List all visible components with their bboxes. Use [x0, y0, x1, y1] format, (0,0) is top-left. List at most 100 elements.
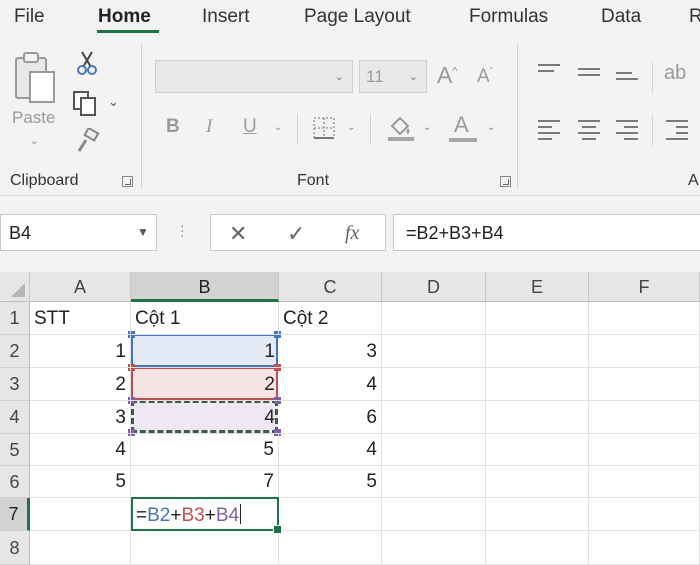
- align-left-icon[interactable]: [538, 120, 560, 144]
- cell-c2[interactable]: 3: [279, 335, 382, 368]
- column-header-f[interactable]: F: [589, 272, 700, 302]
- cell[interactable]: [279, 498, 382, 531]
- shrink-font-icon[interactable]: Aˇ: [477, 66, 493, 88]
- cell[interactable]: [382, 335, 486, 368]
- tab-data[interactable]: Data: [601, 6, 641, 28]
- cell[interactable]: [589, 335, 700, 368]
- copy-dropdown-icon[interactable]: ⌄: [108, 94, 119, 110]
- borders-icon[interactable]: [312, 116, 336, 140]
- row-header-4[interactable]: 4: [0, 401, 30, 434]
- cell[interactable]: [486, 302, 589, 335]
- font-color-dropdown-icon[interactable]: ⌄: [487, 122, 495, 133]
- cell-a2[interactable]: 1: [30, 335, 131, 368]
- bold-button[interactable]: B: [166, 116, 180, 138]
- top-align-icon[interactable]: [538, 64, 560, 76]
- formula-input[interactable]: =B2+B3+B4: [393, 214, 700, 251]
- cell-c6[interactable]: 5: [279, 466, 382, 498]
- cell[interactable]: [589, 466, 700, 498]
- cell[interactable]: [382, 401, 486, 434]
- formula-bar-grip-icon[interactable]: · · ·: [180, 218, 185, 242]
- cell[interactable]: [131, 531, 279, 565]
- cell[interactable]: [382, 466, 486, 498]
- cell[interactable]: [486, 335, 589, 368]
- cell[interactable]: [486, 531, 589, 565]
- insert-function-icon[interactable]: fx: [345, 222, 359, 245]
- paste-label[interactable]: Paste: [12, 108, 55, 128]
- cell[interactable]: [382, 531, 486, 565]
- tab-formulas[interactable]: Formulas: [469, 6, 548, 28]
- cell-a7[interactable]: [30, 498, 131, 531]
- cell[interactable]: [486, 466, 589, 498]
- cell[interactable]: [589, 498, 700, 531]
- tab-insert[interactable]: Insert: [202, 6, 250, 28]
- borders-dropdown-icon[interactable]: ⌄: [347, 122, 355, 133]
- row-header-2[interactable]: 2: [0, 335, 30, 368]
- cell-a1[interactable]: STT: [30, 302, 131, 335]
- column-header-c[interactable]: C: [279, 272, 382, 302]
- cell[interactable]: [589, 531, 700, 565]
- name-box-dropdown-icon[interactable]: ▼: [137, 225, 149, 239]
- cell-a4[interactable]: 3: [30, 401, 131, 434]
- row-header-7[interactable]: 7: [0, 498, 30, 531]
- cell-b6[interactable]: 7: [131, 466, 279, 498]
- cell-a5[interactable]: 4: [30, 434, 131, 466]
- cell-c1[interactable]: Cột 2: [279, 302, 382, 335]
- cell[interactable]: [30, 531, 131, 565]
- align-right-icon[interactable]: [616, 120, 638, 144]
- bottom-align-icon[interactable]: [616, 72, 638, 84]
- decrease-indent-icon[interactable]: [666, 120, 688, 144]
- font-name-combo[interactable]: ⌄: [155, 60, 353, 93]
- cell[interactable]: [382, 498, 486, 531]
- name-box[interactable]: B4 ▼: [0, 214, 157, 251]
- column-header-b[interactable]: B: [131, 272, 279, 302]
- row-header-6[interactable]: 6: [0, 466, 30, 498]
- cell[interactable]: [486, 498, 589, 531]
- underline-dropdown-icon[interactable]: ⌄: [274, 122, 282, 133]
- cell-b1[interactable]: Cột 1: [131, 302, 279, 335]
- cancel-formula-icon[interactable]: ✕: [229, 221, 247, 247]
- cell[interactable]: [589, 368, 700, 401]
- cell[interactable]: [589, 434, 700, 466]
- row-header-3[interactable]: 3: [0, 368, 30, 401]
- cell-b3[interactable]: 2: [131, 368, 279, 401]
- font-size-combo[interactable]: 11 ⌄: [359, 60, 427, 93]
- align-center-icon[interactable]: [578, 120, 600, 144]
- orientation-icon[interactable]: ab: [664, 62, 686, 85]
- copy-icon[interactable]: [72, 90, 100, 116]
- cell[interactable]: [486, 401, 589, 434]
- cell-c4[interactable]: 6: [279, 401, 382, 434]
- column-header-a[interactable]: A: [30, 272, 131, 302]
- cell-c3[interactable]: 4: [279, 368, 382, 401]
- cell-b4[interactable]: 4: [131, 401, 279, 434]
- column-header-d[interactable]: D: [382, 272, 486, 302]
- cell-a3[interactable]: 2: [30, 368, 131, 401]
- cell[interactable]: [382, 302, 486, 335]
- cut-icon[interactable]: [75, 50, 99, 76]
- clipboard-launcher-icon[interactable]: [122, 176, 133, 187]
- cell[interactable]: [486, 434, 589, 466]
- cell-a6[interactable]: 5: [30, 466, 131, 498]
- format-painter-icon[interactable]: [74, 126, 100, 154]
- tab-page-layout[interactable]: Page Layout: [304, 6, 411, 28]
- active-cell-b7[interactable]: =B2+B3+B4: [131, 497, 282, 534]
- italic-button[interactable]: I: [206, 116, 212, 138]
- middle-align-icon[interactable]: [578, 68, 600, 80]
- font-color-icon[interactable]: A: [449, 112, 477, 144]
- paste-icon[interactable]: [12, 50, 58, 110]
- cell-b2[interactable]: 1: [131, 335, 279, 368]
- row-header-8[interactable]: 8: [0, 531, 30, 565]
- fill-color-icon[interactable]: [386, 112, 416, 142]
- tab-home[interactable]: Home: [98, 6, 151, 28]
- cell[interactable]: [589, 302, 700, 335]
- cell-b5[interactable]: 5: [131, 434, 279, 466]
- cell-c5[interactable]: 4: [279, 434, 382, 466]
- underline-button[interactable]: U: [243, 116, 257, 138]
- paste-dropdown-icon[interactable]: ⌄: [30, 136, 38, 147]
- cell[interactable]: [382, 368, 486, 401]
- tab-review-partial[interactable]: R: [689, 6, 700, 28]
- tab-file[interactable]: File: [14, 6, 45, 28]
- cell[interactable]: [382, 434, 486, 466]
- enter-formula-icon[interactable]: ✓: [287, 221, 305, 247]
- select-all-button[interactable]: [0, 272, 30, 302]
- fill-color-dropdown-icon[interactable]: ⌄: [423, 122, 431, 133]
